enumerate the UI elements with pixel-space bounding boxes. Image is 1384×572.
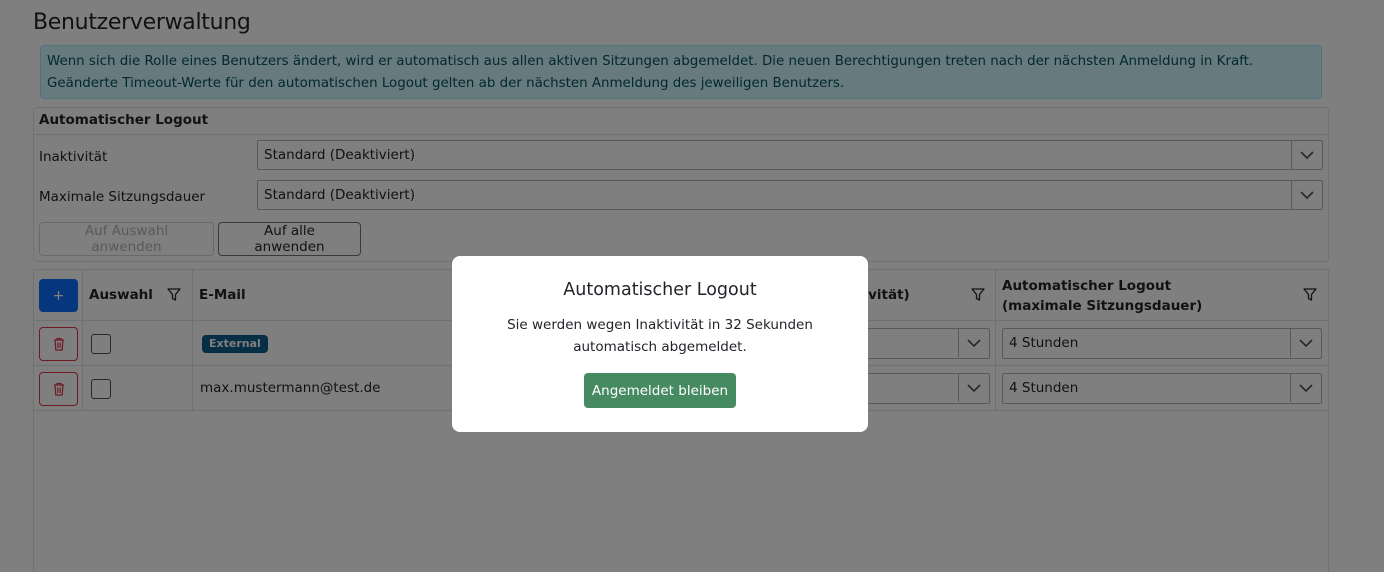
dialog-title: Automatischer Logout	[563, 280, 757, 300]
page: Benutzerverwaltung Wenn sich die Rolle e…	[0, 0, 1384, 572]
dialog-message: Sie werden wegen Inaktivität in 32 Sekun…	[507, 317, 813, 355]
stay-logged-in-button[interactable]: Angemeldet bleiben	[584, 373, 736, 408]
auto-logout-dialog: Automatischer Logout Sie werden wegen In…	[452, 256, 868, 432]
